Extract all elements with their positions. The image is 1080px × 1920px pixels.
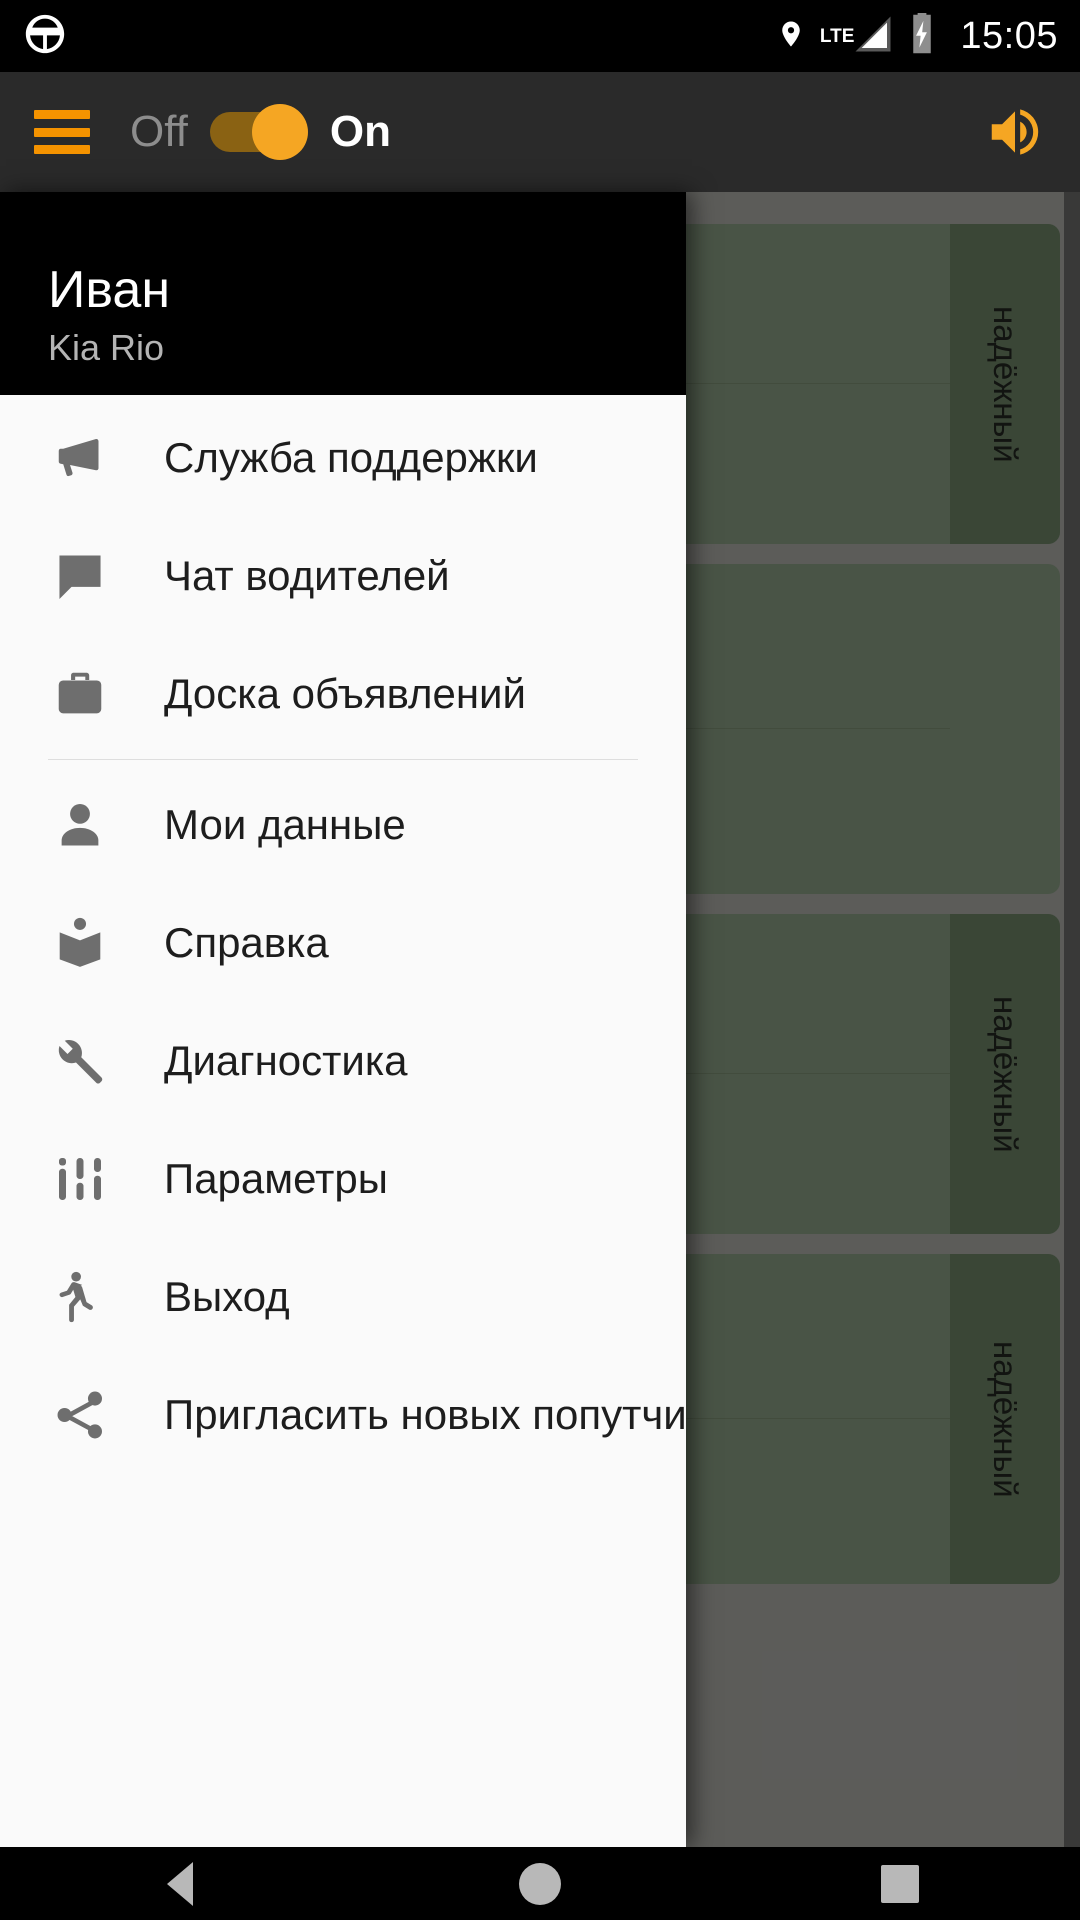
menu-item-label: Мои данные xyxy=(164,801,406,848)
menu-divider xyxy=(48,759,638,760)
network-type-indicator: LTE xyxy=(820,13,894,60)
home-button[interactable] xyxy=(465,1847,615,1920)
back-button[interactable] xyxy=(105,1847,255,1920)
recents-button[interactable] xyxy=(825,1847,975,1920)
drawer-header[interactable]: Иван Kia Rio xyxy=(0,192,686,395)
person-icon xyxy=(48,793,112,857)
menu-item-label: Доска объявлений xyxy=(164,670,526,717)
menu-item-label: Параметры xyxy=(164,1155,388,1202)
running-exit-icon xyxy=(48,1265,112,1329)
system-navigation-bar xyxy=(0,1847,1080,1920)
battery-charging-icon xyxy=(908,12,936,60)
tune-sliders-icon xyxy=(48,1147,112,1211)
menu-item-label: Справка xyxy=(164,919,329,966)
menu-item-label: Служба поддержки xyxy=(164,434,538,481)
hamburger-menu-icon[interactable] xyxy=(34,110,90,154)
user-vehicle: Kia Rio xyxy=(48,327,165,369)
menu-item-label: Диагностика xyxy=(164,1037,408,1084)
menu-item-label: Выход xyxy=(164,1273,290,1320)
navigation-drawer: Иван Kia Rio Служба поддержки Чат водите… xyxy=(0,192,686,1847)
availability-toggle[interactable] xyxy=(209,104,308,160)
volume-up-icon[interactable] xyxy=(984,101,1046,163)
status-bar: LTE 15:05 xyxy=(0,0,1080,72)
menu-item-bulletin-board[interactable]: Доска объявлений xyxy=(0,635,686,753)
phone-screen: LTE 15:05 надёжный надёжный надёжный Off… xyxy=(0,0,1080,1920)
status-bar-right: LTE 15:05 xyxy=(776,12,1058,60)
toggle-on-label: On xyxy=(329,107,391,156)
menu-item-my-data[interactable]: Мои данные xyxy=(0,766,686,884)
status-bar-left xyxy=(22,11,68,62)
share-icon xyxy=(48,1383,112,1447)
wrench-icon xyxy=(48,1029,112,1093)
app-bar: Off On xyxy=(0,72,1080,192)
toggle-off-label: Off xyxy=(130,107,188,156)
menu-item-logout[interactable]: Выход xyxy=(0,1238,686,1356)
location-pin-icon xyxy=(776,15,806,58)
menu-item-label: Чат водителей xyxy=(164,552,450,599)
briefcase-icon xyxy=(48,662,112,726)
user-name: Иван xyxy=(48,260,171,319)
menu-item-support[interactable]: Служба поддержки xyxy=(0,399,686,517)
signal-bars-icon xyxy=(852,13,894,60)
menu-item-help[interactable]: Справка xyxy=(0,884,686,1002)
megaphone-icon xyxy=(48,426,112,490)
menu-item-diagnostics[interactable]: Диагностика xyxy=(0,1002,686,1120)
menu-item-parameters[interactable]: Параметры xyxy=(0,1120,686,1238)
menu-item-invite[interactable]: Пригласить новых попутчиков xyxy=(0,1356,686,1474)
toggle-knob xyxy=(251,104,308,160)
drawer-menu-list: Служба поддержки Чат водителей Доска объ… xyxy=(0,395,686,1847)
steering-wheel-icon xyxy=(22,11,68,62)
chat-bubble-icon xyxy=(48,544,112,608)
menu-item-label: Пригласить новых попутчиков xyxy=(164,1391,686,1438)
menu-item-drivers-chat[interactable]: Чат водителей xyxy=(0,517,686,635)
clock: 15:05 xyxy=(960,14,1058,57)
network-type-label: LTE xyxy=(819,25,855,47)
open-book-icon xyxy=(48,911,112,975)
